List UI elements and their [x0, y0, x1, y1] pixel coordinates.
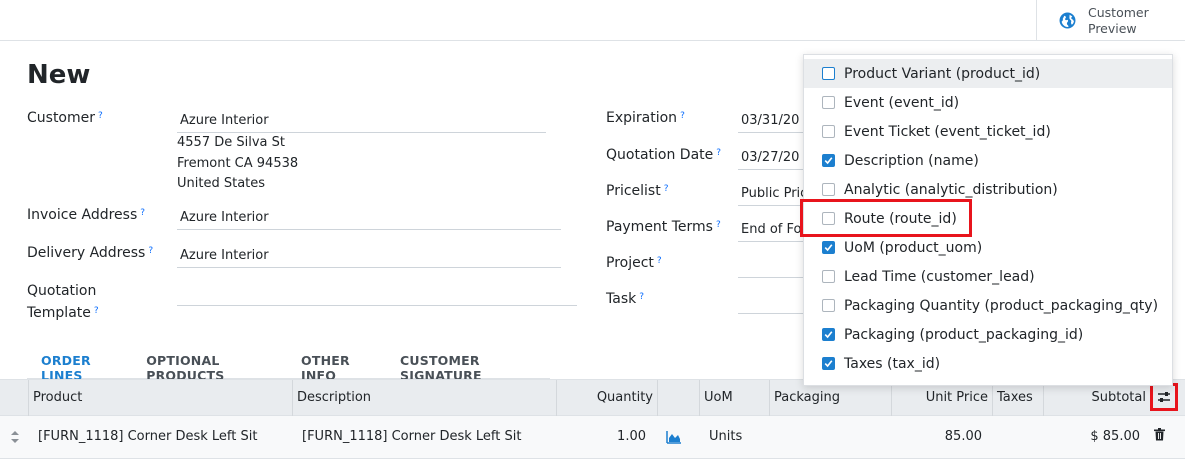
column-option[interactable]: Taxes (tax_id) [804, 349, 1172, 378]
checkbox-checked[interactable] [822, 328, 835, 341]
invoice-address-label: Invoice Address? [27, 207, 146, 223]
column-option[interactable]: Description (name) [804, 146, 1172, 175]
checkbox[interactable] [822, 299, 835, 312]
payment-terms-label: Payment Terms? [606, 219, 721, 235]
help-marker[interactable]: ? [140, 208, 145, 218]
address-line: Fremont CA 94538 [177, 155, 299, 171]
row-packaging[interactable] [773, 416, 883, 458]
checkbox[interactable] [822, 125, 835, 138]
column-option[interactable]: Event Ticket (event_ticket_id) [804, 117, 1172, 146]
help-marker[interactable]: ? [639, 292, 644, 302]
quotation-date-label: Quotation Date? [606, 147, 722, 163]
quotation-template-label: Quotation Template? [27, 283, 99, 321]
row-subtotal: $ 85.00 [1090, 429, 1140, 444]
checkbox-checked[interactable] [822, 241, 835, 254]
quotation-template-field[interactable] [177, 282, 577, 306]
trash-icon[interactable] [1154, 416, 1168, 458]
column-option[interactable]: Analytic (analytic_distribution) [804, 175, 1172, 204]
customer-preview-button[interactable]: Customer Preview [1036, 0, 1185, 41]
checkbox[interactable] [822, 67, 835, 80]
row-unit-price[interactable]: 85.00 [895, 416, 982, 458]
checkbox[interactable] [822, 270, 835, 283]
delivery-address-field[interactable]: Azure Interior [177, 244, 561, 268]
tab-order-lines[interactable]: ORDER LINES [27, 343, 133, 383]
checkbox[interactable] [822, 212, 835, 225]
optional-columns-dropdown: Product Variant (product_id) Event (event… [803, 54, 1173, 386]
top-bar: Customer Preview [0, 0, 1185, 41]
address-line: United States [177, 176, 266, 191]
column-option-label: Event Ticket (event_ticket_id) [844, 123, 1051, 140]
pricelist-field[interactable]: Public Pric [738, 182, 808, 206]
column-option-label: Packaging Quantity (product_packaging_qt… [844, 297, 1159, 314]
row-quantity[interactable]: 1.00 [560, 416, 646, 458]
column-option-label: Product Variant (product_id) [844, 65, 1041, 82]
column-option[interactable]: UoM (product_uom) [804, 233, 1172, 262]
optional-columns-toggle-button[interactable] [1150, 383, 1178, 411]
help-marker[interactable]: ? [657, 256, 662, 266]
column-header-uom[interactable]: UoM [699, 380, 769, 416]
column-header-quantity[interactable]: Quantity [556, 380, 657, 416]
help-marker[interactable]: ? [716, 148, 721, 158]
drag-handle-icon[interactable] [10, 416, 24, 458]
column-option-label: Route (route_id) [844, 210, 957, 227]
column-header-product[interactable]: Product [28, 380, 292, 416]
checkbox[interactable] [822, 96, 835, 109]
column-option-label: Event (event_id) [844, 94, 960, 111]
checkbox-checked[interactable] [822, 357, 835, 370]
tab-other-info[interactable]: OTHER INFO [288, 343, 387, 383]
row-description[interactable]: [FURN_1118] Corner Desk Left Sit [302, 416, 552, 458]
help-marker[interactable]: ? [94, 306, 99, 316]
row-product[interactable]: [FURN_1118] Corner Desk Left Sit [38, 416, 288, 458]
pricelist-label: Pricelist? [606, 183, 669, 199]
help-marker[interactable]: ? [716, 220, 721, 230]
column-option[interactable]: Lead Time (customer_lead) [804, 262, 1172, 291]
column-option-label: UoM (product_uom) [844, 239, 983, 256]
checkbox[interactable] [822, 183, 835, 196]
row-taxes[interactable] [996, 416, 1036, 458]
project-field[interactable] [738, 254, 808, 278]
column-option[interactable]: Event (event_id) [804, 88, 1172, 117]
expiration-label: Expiration? [606, 110, 685, 126]
customer-address: 4557 De Silva St Fremont CA 94538 United… [177, 133, 298, 195]
tab-optional-products[interactable]: OPTIONAL PRODUCTS [133, 343, 288, 383]
help-marker[interactable]: ? [148, 246, 153, 256]
sliders-icon [1158, 392, 1170, 402]
delivery-address-label: Delivery Address? [27, 245, 154, 261]
customer-label: Customer? [27, 110, 103, 126]
column-option-label: Taxes (tax_id) [844, 355, 941, 372]
task-field[interactable] [738, 290, 808, 314]
column-option[interactable]: Packaging Quantity (product_packaging_qt… [804, 291, 1172, 320]
task-label: Task? [606, 291, 644, 307]
column-header-description[interactable]: Description [292, 380, 556, 416]
column-option-label: Description (name) [844, 152, 979, 169]
project-label: Project? [606, 255, 662, 271]
address-line: 4557 De Silva St [177, 135, 285, 150]
column-option[interactable]: Packaging (product_packaging_id) [804, 320, 1172, 349]
globe-icon [1059, 12, 1076, 29]
help-marker[interactable]: ? [98, 111, 103, 121]
form-tabs: ORDER LINES OPTIONAL PRODUCTS OTHER INFO… [27, 343, 550, 383]
forecast-chart-icon[interactable] [666, 416, 686, 458]
column-option[interactable]: Route (route_id) [804, 204, 1172, 233]
quotation-date-field[interactable]: 03/27/20 [738, 146, 808, 170]
column-header-forecast [657, 380, 699, 416]
invoice-address-field[interactable]: Azure Interior [177, 206, 561, 230]
checkbox-checked[interactable] [822, 154, 835, 167]
help-marker[interactable]: ? [664, 184, 669, 194]
customer-field[interactable]: Azure Interior [177, 109, 546, 133]
help-marker[interactable]: ? [680, 111, 685, 121]
table-row[interactable]: [FURN_1118] Corner Desk Left Sit [FURN_1… [0, 416, 1185, 459]
column-option-label: Packaging (product_packaging_id) [844, 326, 1084, 343]
column-option[interactable]: Product Variant (product_id) [804, 59, 1172, 88]
column-option-label: Lead Time (customer_lead) [844, 268, 1035, 285]
expiration-field[interactable]: 03/31/20 [738, 109, 808, 133]
row-uom[interactable]: Units [709, 416, 764, 458]
customer-preview-label: Customer Preview [1088, 4, 1149, 36]
payment-terms-field[interactable]: End of Fo [738, 218, 808, 242]
page-title: New [27, 60, 91, 90]
tab-customer-signature[interactable]: CUSTOMER SIGNATURE [387, 343, 550, 383]
column-option-label: Analytic (analytic_distribution) [844, 181, 1058, 198]
